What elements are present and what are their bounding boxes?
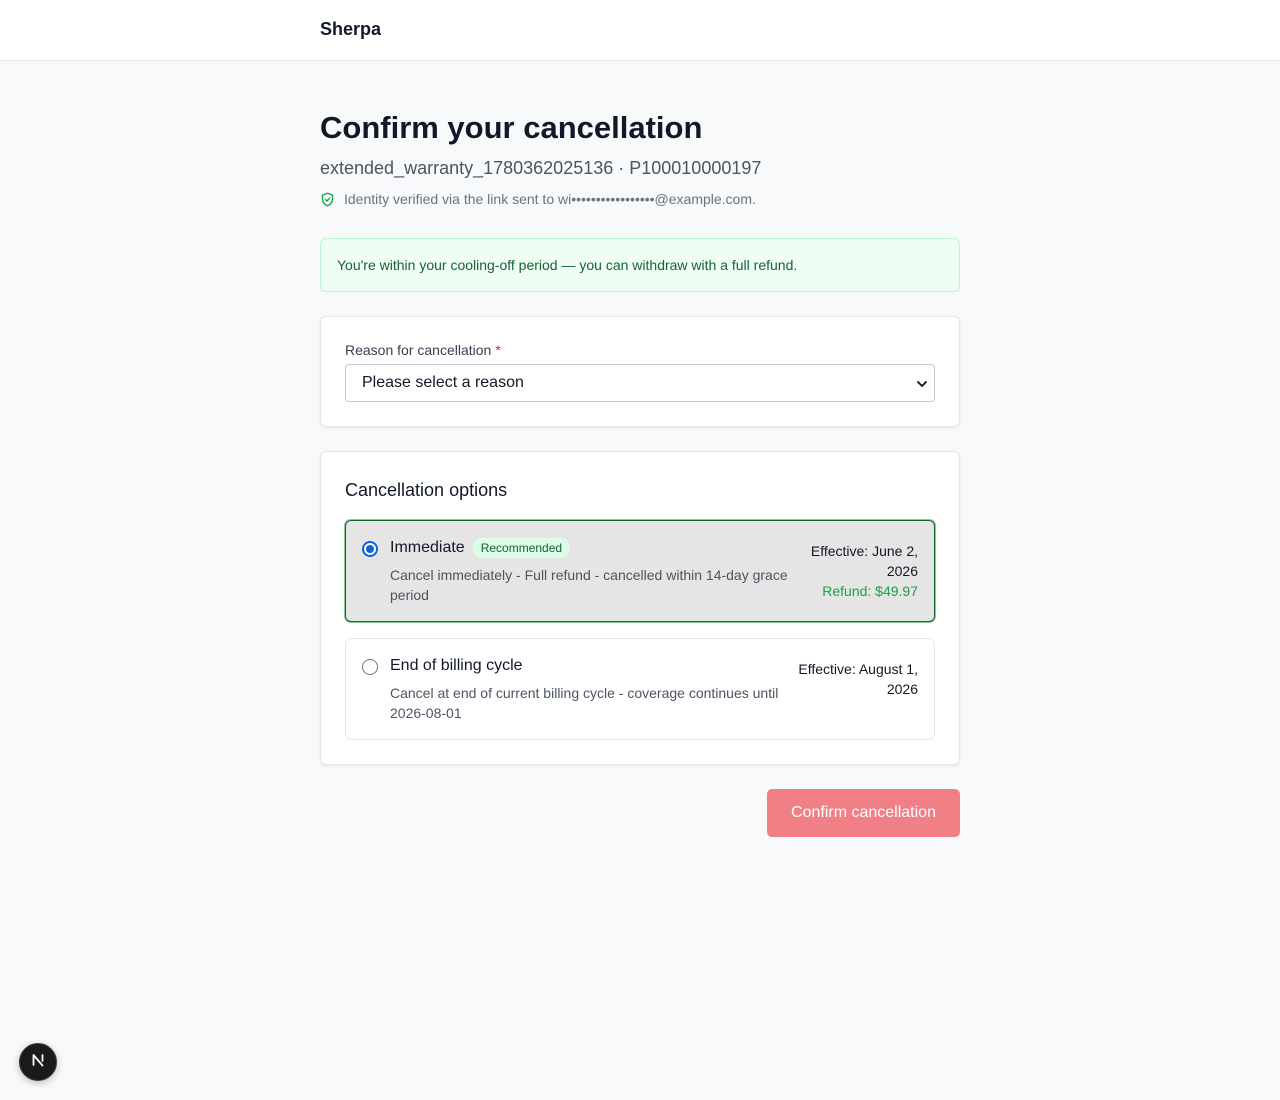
shield-check-icon	[320, 192, 335, 207]
reason-select[interactable]: Please select a reason	[345, 364, 935, 402]
reason-label: Reason for cancellation *	[345, 341, 935, 359]
option-title: End of billing cycle	[390, 657, 523, 674]
brand-logo[interactable]: Sherpa	[320, 19, 381, 40]
chevron-down-icon	[916, 377, 928, 389]
top-bar: Sherpa	[0, 0, 1280, 61]
page-title: Confirm your cancellation	[320, 110, 703, 145]
effective-date: Effective: August 1, 2026	[798, 661, 918, 697]
next-logo-icon	[29, 1051, 47, 1074]
option-end-of-billing-cycle[interactable]: End of billing cycle Cancel at end of cu…	[345, 638, 935, 740]
required-mark: *	[495, 342, 501, 358]
identity-verified-note: Identity verified via the link sent to w…	[320, 190, 960, 208]
next-dev-tools-button[interactable]	[19, 1043, 57, 1081]
reason-label-text: Reason for cancellation	[345, 342, 492, 358]
refund-amount: Refund: $49.97	[822, 583, 918, 599]
option-description: Cancel immediately - Full refund - cance…	[390, 567, 788, 603]
radio-end-of-billing-cycle[interactable]	[362, 659, 378, 675]
identity-verified-text: Identity verified via the link sent to w…	[344, 191, 756, 207]
effective-date: Effective: June 2, 2026	[810, 543, 918, 579]
recommended-badge: Recommended	[472, 538, 571, 558]
option-summary: Effective: August 1, 2026	[793, 659, 918, 699]
option-title: Immediate	[390, 539, 465, 556]
option-description: Cancel at end of current billing cycle -…	[390, 685, 779, 721]
policy-subtitle: extended_warranty_1780362025136 · P10001…	[320, 158, 762, 178]
cancellation-options-title: Cancellation options	[345, 480, 508, 500]
reason-card: Reason for cancellation * Please select a…	[320, 316, 960, 427]
confirm-cancellation-button[interactable]: Confirm cancellation	[767, 789, 960, 837]
cooling-off-alert-text: You're within your cooling-off period — …	[337, 257, 798, 273]
radio-immediate[interactable]	[362, 541, 378, 557]
reason-select-value: Please select a reason	[362, 374, 524, 391]
option-immediate[interactable]: Immediate Recommended Cancel immediately…	[345, 520, 935, 622]
main-content: Confirm your cancellation extended_warra…	[320, 61, 960, 837]
cancellation-options-card: Cancellation options Immediate Recommend…	[320, 451, 960, 765]
option-summary: Effective: June 2, 2026 Refund: $49.97	[793, 541, 918, 601]
cooling-off-alert: You're within your cooling-off period — …	[320, 238, 960, 292]
